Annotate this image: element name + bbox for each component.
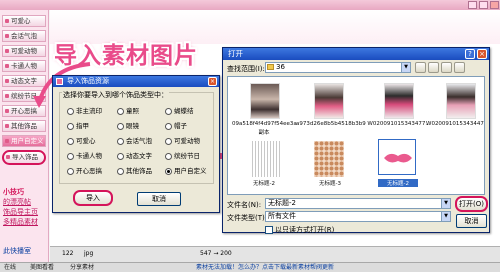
- sidebar-item-label: 会话气泡: [11, 32, 37, 40]
- status-item[interactable]: 分享素材: [70, 263, 94, 272]
- up-folder-icon[interactable]: [428, 62, 439, 73]
- chevron-down-icon[interactable]: ▼: [401, 63, 410, 72]
- file-name-selected[interactable]: 无标题-2: [378, 179, 418, 187]
- radio-option[interactable]: 动态文字: [117, 152, 152, 160]
- sidebar-item-lovely-heart[interactable]: 可爱心: [2, 15, 46, 27]
- sidebar-item-speech-bubble[interactable]: 会话气泡: [2, 30, 46, 42]
- help-icon[interactable]: ?: [465, 49, 475, 59]
- file-name[interactable]: 无标题-2: [238, 179, 290, 187]
- ruler-left-unit: jpg: [84, 250, 94, 257]
- maximize-icon[interactable]: [479, 1, 488, 9]
- look-in-label: 查找范围(I):: [227, 65, 265, 73]
- file-thumbnail[interactable]: [446, 83, 476, 119]
- sidebar-item-other[interactable]: 其他饰品: [2, 120, 46, 132]
- file-thumbnail[interactable]: [250, 83, 280, 119]
- filetype-select[interactable]: 所有文件 ▼: [265, 211, 451, 222]
- filetype-value: 所有文件: [268, 212, 296, 220]
- view-menu-icon[interactable]: [454, 62, 465, 73]
- file-thumbnail[interactable]: [250, 141, 280, 177]
- sidebar-item-import[interactable]: 导入饰品: [2, 150, 46, 165]
- file-thumbnail[interactable]: [384, 83, 414, 119]
- sidebar-item-label: 可爱心: [11, 17, 31, 25]
- sidebar-link[interactable]: 饰品导主页: [3, 207, 38, 217]
- chevron-down-icon[interactable]: ▼: [441, 212, 450, 221]
- cancel-button[interactable]: 取消: [137, 192, 181, 206]
- status-item[interactable]: 美图看看: [30, 263, 54, 272]
- back-icon[interactable]: [415, 62, 426, 73]
- ruler-left-value: 122: [62, 250, 74, 257]
- status-bar: 在线 美图看看 分享素材 素材无法加载！怎么办？点击下载最新素材帮阀更新: [0, 262, 500, 272]
- tips-heading: 小技巧: [3, 188, 24, 196]
- open-file-dialog: 打开 ? × 查找范围(I): 36 ▼ 09a518f4f4d97f54ee3…: [222, 47, 490, 235]
- file-name[interactable]: 09a518f4f4d97f54ee3a: [232, 121, 297, 127]
- status-message[interactable]: 素材无法加载！怎么办？点击下载最新素材帮阀更新: [196, 263, 334, 272]
- file-name[interactable]: W020091015343477...: [364, 121, 434, 127]
- radio-option[interactable]: 会话气泡: [117, 137, 152, 145]
- sidebar-item-label: 用户自定义: [11, 137, 44, 145]
- file-thumbnail[interactable]: [314, 83, 344, 119]
- close-icon[interactable]: [490, 1, 499, 9]
- radio-option[interactable]: 眼镜: [117, 122, 139, 130]
- open-button[interactable]: 打开(O): [455, 196, 488, 212]
- folder-icon: [267, 64, 274, 70]
- close-icon[interactable]: ×: [208, 77, 217, 86]
- radio-option[interactable]: 童照: [117, 107, 139, 115]
- radio-option[interactable]: 其他饰品: [117, 167, 152, 175]
- sidebar-link[interactable]: 多精品素材: [3, 217, 38, 227]
- radio-option[interactable]: 指甲: [67, 122, 89, 130]
- sidebar-item-custom[interactable]: 用户自定义: [2, 135, 46, 147]
- ruler-right-value: 547 → 200: [200, 250, 232, 257]
- radio-option[interactable]: 卡通人物: [67, 152, 102, 160]
- sidebar-item-label: 导入饰品: [12, 153, 38, 161]
- close-icon[interactable]: ×: [477, 49, 487, 59]
- radio-option[interactable]: 可爱动物: [165, 137, 200, 145]
- radio-option[interactable]: 帽子: [165, 122, 187, 130]
- file-name[interactable]: W020091015343447...: [426, 121, 484, 127]
- file-thumbnail-selected[interactable]: [378, 139, 416, 175]
- filename-input[interactable]: 无标题-2 ▼: [265, 198, 451, 209]
- radio-option-selected[interactable]: 用户自定义: [165, 167, 207, 175]
- group-label: 选择你要导入到哪个饰品类型中：: [62, 90, 169, 100]
- radio-option[interactable]: 可爱心: [67, 137, 96, 145]
- filetype-label: 文件类型(T):: [227, 214, 268, 222]
- file-name[interactable]: a973d26e8b5b4518b3b9: [296, 121, 366, 127]
- readonly-checkbox[interactable]: 以只读方式打开(R): [265, 225, 334, 235]
- import-resource-dialog: 导入饰品资源 × 选择你要导入到哪个饰品类型中： 非主流印 童照 蝴蝶结 指甲 …: [52, 75, 220, 213]
- minimize-icon[interactable]: [468, 1, 477, 9]
- status-item[interactable]: 在线: [4, 263, 16, 272]
- pink-sticker-icon: [384, 153, 412, 163]
- new-folder-icon[interactable]: [441, 62, 452, 73]
- dialog-title: 导入饰品资源: [67, 77, 109, 85]
- radio-option[interactable]: 蝴蝶结: [165, 107, 194, 115]
- radio-option[interactable]: 非主流印: [67, 107, 102, 115]
- canvas-ruler: 122 jpg 547 → 200: [50, 246, 500, 262]
- filename-value: 无标题-2: [268, 199, 296, 207]
- file-thumbnail[interactable]: [314, 141, 344, 177]
- sidebar-item-label: 可爱动物: [11, 47, 37, 55]
- look-in-select[interactable]: 36 ▼: [265, 62, 411, 73]
- file-list: 09a518f4f4d97f54ee3a 副本 a973d26e8b5b4518…: [227, 76, 485, 195]
- dialog-title-bar: 打开 ? ×: [223, 48, 489, 60]
- file-name[interactable]: 无标题-3: [304, 179, 356, 187]
- sidebar-link[interactable]: 的漂亮帖: [3, 197, 31, 207]
- sidebar: 可爱心 会话气泡 可爱动物 卡通人物 动态文字 缤纷节日 开心恶搞 其他饰品 用…: [0, 10, 49, 262]
- look-in-value: 36: [276, 63, 285, 71]
- sidebar-item-cute-animal[interactable]: 可爱动物: [2, 45, 46, 57]
- sidebar-item-label: 其他饰品: [11, 122, 37, 130]
- import-button[interactable]: 导入: [73, 190, 113, 206]
- app-icon: [56, 78, 63, 85]
- dialog-title-bar: 导入饰品资源 ×: [53, 76, 219, 87]
- file-name-line2: 副本: [258, 130, 270, 136]
- chevron-down-icon[interactable]: ▼: [441, 199, 450, 208]
- app-top-bar: [0, 0, 500, 10]
- radio-option[interactable]: 缤纷节日: [165, 152, 200, 160]
- sidebar-footer-label: 此快播室: [3, 247, 31, 255]
- radio-option[interactable]: 开心恶搞: [67, 167, 102, 175]
- cancel-button[interactable]: 取消: [456, 214, 487, 228]
- dialog-title: 打开: [228, 49, 243, 58]
- filename-label: 文件名(N):: [227, 201, 262, 209]
